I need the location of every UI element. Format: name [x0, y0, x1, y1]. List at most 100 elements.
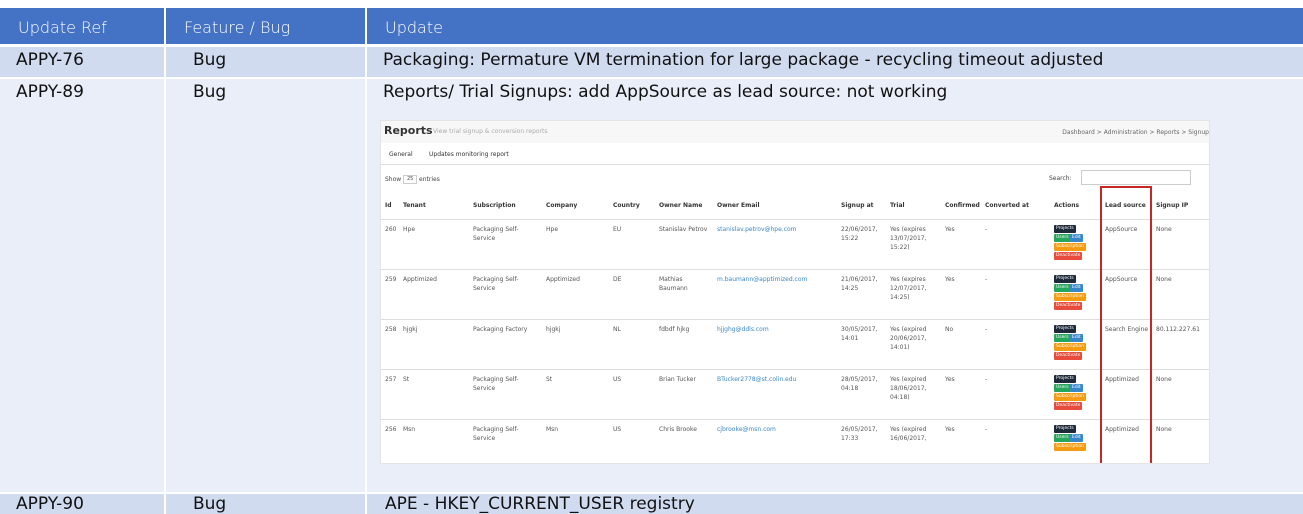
- cell-ref: APPY-76: [0, 47, 164, 77]
- row-divider: [381, 369, 1209, 370]
- table-cell: 28/05/2017, 04:18: [841, 376, 878, 392]
- table-cell: 258: [385, 326, 397, 333]
- table-cell: -: [985, 376, 988, 383]
- tab-updates-monitoring: Updates monitoring report: [429, 151, 509, 158]
- table-cell: fdbdf hjkg: [659, 326, 690, 333]
- column-header: Converted at: [985, 202, 1029, 209]
- lead-source-highlight: [1100, 186, 1152, 463]
- table-cell: Yes (expires 12/07/2017, 14:25): [890, 276, 927, 301]
- header-update: Update: [367, 8, 1303, 44]
- table-cell: Hpe: [403, 226, 416, 233]
- edit-button: Edit: [1070, 234, 1083, 242]
- table-cell: Packaging Self-Service: [473, 226, 519, 242]
- edit-button: Edit: [1070, 434, 1083, 442]
- table-cell: Yes (expired 16/06/2017,: [890, 426, 927, 442]
- column-header: Country: [613, 202, 640, 209]
- cell-type: Bug: [166, 79, 365, 492]
- projects-button: Projects: [1054, 425, 1076, 433]
- table-cell: Msn: [546, 426, 559, 433]
- table-cell: None: [1156, 226, 1172, 233]
- table-cell: BTucker2778@st.colin.edu: [717, 376, 797, 383]
- users-button: Users: [1054, 284, 1071, 292]
- subscription-button: Subscription: [1054, 393, 1086, 401]
- reports-subtitle: View trial signup & conversion reports: [433, 128, 548, 135]
- projects-button: Projects: [1054, 225, 1076, 233]
- projects-button: Projects: [1054, 325, 1076, 333]
- table-cell: cjbrooke@msn.com: [717, 426, 776, 433]
- table-cell: Msn: [403, 426, 416, 433]
- table-cell: Yes: [945, 226, 955, 233]
- edit-button: Edit: [1070, 384, 1083, 392]
- table-cell: -: [985, 276, 988, 283]
- column-header: Company: [546, 202, 578, 209]
- table-cell: Apptimized: [546, 276, 580, 283]
- table-cell: 260: [385, 226, 397, 233]
- header-feature-bug: Feature / Bug: [166, 8, 365, 44]
- table-cell: Packaging Self-Service: [473, 276, 519, 292]
- edit-button: Edit: [1070, 334, 1083, 342]
- entries-select: 25: [403, 175, 418, 184]
- table-cell: -: [985, 326, 988, 333]
- column-header: Id: [385, 202, 392, 209]
- reports-title: Reports: [384, 124, 433, 137]
- table-cell: US: [613, 426, 622, 433]
- column-header: Owner Name: [659, 202, 703, 209]
- table-cell: No: [945, 326, 954, 333]
- table-cell: None: [1156, 426, 1172, 433]
- subscription-button: Subscription: [1054, 243, 1086, 251]
- table-cell: Stanislav Petrov: [659, 226, 708, 233]
- table-cell: Yes: [945, 426, 955, 433]
- table-cell: Yes (expired 20/06/2017, 14:01): [890, 326, 927, 351]
- table-cell: Packaging Self-Service: [473, 376, 519, 392]
- table-cell: hjgkj: [403, 326, 418, 333]
- table-cell: None: [1156, 376, 1172, 383]
- table-cell: Hpe: [546, 226, 559, 233]
- table-cell: -: [985, 226, 988, 233]
- table-cell: US: [613, 376, 622, 383]
- breadcrumb: Dashboard > Administration > Reports > S…: [1062, 129, 1209, 136]
- deactivate-button: Deactivate: [1054, 252, 1083, 260]
- reports-header-bar: Reports View trial signup & conversion r…: [381, 121, 1209, 143]
- table-cell: 21/06/2017, 14:25: [841, 276, 878, 292]
- column-header: Trial: [890, 202, 905, 209]
- users-button: Users: [1054, 234, 1071, 242]
- column-header: Tenant: [403, 202, 426, 209]
- cell-type: Bug: [166, 47, 365, 77]
- users-button: Users: [1054, 334, 1071, 342]
- projects-button: Projects: [1054, 375, 1076, 383]
- table-cell: Packaging Factory: [473, 326, 528, 333]
- table-cell: 26/05/2017, 17:33: [841, 426, 878, 442]
- table-row: APPY-90 Bug APE - HKEY_CURRENT_USER regi…: [0, 494, 1303, 514]
- tab-general: General: [389, 151, 413, 158]
- cell-ref: APPY-89: [0, 79, 164, 492]
- edit-button: Edit: [1070, 284, 1083, 292]
- subscription-button: Subscription: [1054, 443, 1086, 451]
- deactivate-button: Deactivate: [1054, 352, 1083, 360]
- table-cell: hjgkj: [546, 326, 561, 333]
- column-header: Signup at: [841, 202, 874, 209]
- table-cell: Yes: [945, 276, 955, 283]
- table-cell: None: [1156, 276, 1172, 283]
- cell-type: Bug: [166, 494, 365, 514]
- table-cell: 259: [385, 276, 397, 283]
- table-cell: 257: [385, 376, 397, 383]
- users-button: Users: [1054, 384, 1071, 392]
- reports-tabs: General Updates monitoring report: [381, 145, 1209, 165]
- search-input: [1081, 170, 1191, 185]
- header-divider: [381, 219, 1209, 220]
- table-cell: Yes: [945, 376, 955, 383]
- table-cell: hjjghg@ddls.com: [717, 326, 769, 333]
- cell-update: APE - HKEY_CURRENT_USER registry: [367, 494, 1303, 514]
- entries-label: entries: [419, 176, 440, 183]
- deactivate-button: Deactivate: [1054, 302, 1083, 310]
- table-cell: Chris Brooke: [659, 426, 697, 433]
- table-cell: NL: [613, 326, 621, 333]
- table-cell: Yes (expired 18/06/2017, 04:18): [890, 376, 927, 401]
- row-divider: [381, 319, 1209, 320]
- table-cell: Yes (expires 13/07/2017, 15:22): [890, 226, 927, 251]
- table-cell: Brian Tucker: [659, 376, 696, 383]
- cell-ref: APPY-90: [0, 494, 164, 514]
- table-cell: 80.112.227.61: [1156, 326, 1200, 333]
- row-divider: [381, 269, 1209, 270]
- table-cell: 22/06/2017, 15:22: [841, 226, 878, 242]
